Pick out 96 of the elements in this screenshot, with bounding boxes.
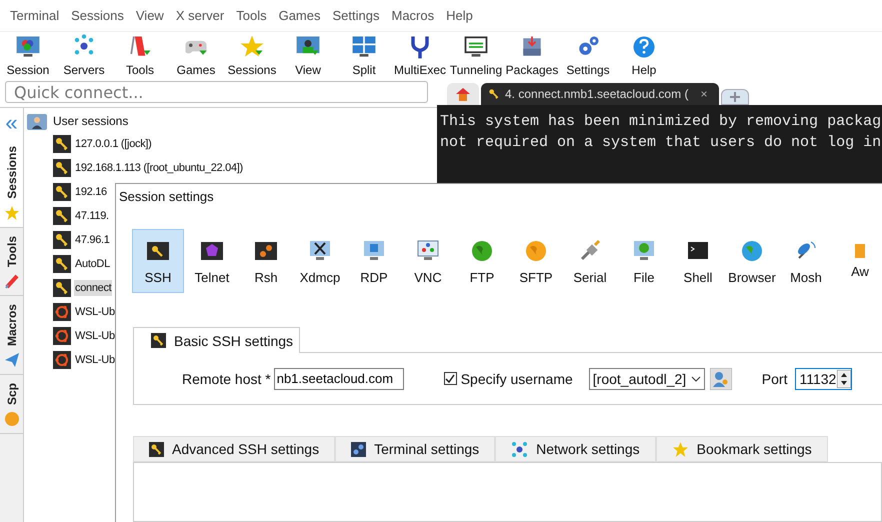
toolbar-button[interactable]: Sessions <box>224 32 280 78</box>
home-tab[interactable] <box>447 83 479 105</box>
ubuntu-icon <box>53 327 71 345</box>
key-icon <box>149 442 164 456</box>
remote-host-field[interactable]: nb1.seetacloud.com <box>274 368 404 390</box>
gears-icon <box>351 442 366 456</box>
user-folder-icon <box>27 112 47 130</box>
user-key-icon[interactable] <box>710 368 732 390</box>
ubuntu-icon <box>53 351 71 369</box>
terminal-tab[interactable]: 4. connect.nmb1.seetacloud.com ( × <box>481 83 720 105</box>
toolbar-button[interactable]: Tunneling <box>448 32 504 78</box>
session-type-button[interactable]: RDP <box>348 229 400 293</box>
pencil-icon <box>4 272 20 289</box>
star-icon <box>4 204 20 221</box>
settings-tab[interactable]: Terminal settings <box>335 436 496 462</box>
username-dropdown[interactable]: [root_autodl_2] <box>588 368 705 390</box>
toolbar-button[interactable]: Split <box>336 32 392 78</box>
dialog-title: Session settings <box>118 188 215 206</box>
star-icon <box>672 440 689 458</box>
key-icon <box>487 87 501 101</box>
tree-item[interactable]: WSL-Ub <box>74 328 116 344</box>
checkbox[interactable] <box>444 372 457 385</box>
checkbox-label[interactable]: Specify username <box>460 370 573 386</box>
session-type-button[interactable]: Xdmcp <box>294 229 346 293</box>
chevron-icon <box>690 376 701 382</box>
session-type-button[interactable]: Aw <box>834 229 882 293</box>
session-type-button[interactable]: SFTP <box>510 229 562 293</box>
home-icon <box>455 86 471 102</box>
quick-connect-field[interactable]: Quick connect... <box>5 81 428 103</box>
session-type-button[interactable]: VNC <box>402 229 454 293</box>
key-icon <box>53 231 71 249</box>
side-tab[interactable]: Sessions <box>0 138 23 228</box>
menu-item[interactable]: Terminal <box>4 8 66 23</box>
box-icon <box>855 244 865 258</box>
key-icon <box>53 255 71 273</box>
collapse-button[interactable]: « <box>0 108 23 138</box>
key-icon <box>53 207 71 225</box>
tree-item[interactable]: connect <box>74 280 112 296</box>
tree-item[interactable]: 192.168.1.113 ([root_ubuntu_22.04]) <box>74 160 244 176</box>
paper-plane-icon <box>4 352 20 368</box>
tree-item[interactable]: 47.96.1 <box>74 232 111 248</box>
settings-tab[interactable]: Basic SSH settings <box>133 327 300 353</box>
ubuntu-icon <box>53 303 71 321</box>
session-type-button[interactable]: Telnet <box>186 229 238 293</box>
menu-item[interactable]: Macros <box>385 8 440 23</box>
tree-item[interactable]: 47.119. <box>74 208 110 224</box>
terminal-line: not required on a system that users do not log in <box>440 133 879 153</box>
settings-tab[interactable]: Advanced SSH settings <box>133 436 336 462</box>
menu-item[interactable]: Sessions <box>65 8 130 23</box>
tree-item[interactable]: WSL-Ub <box>74 304 116 320</box>
tree-item[interactable]: WSL-Ub <box>74 352 116 368</box>
session-type-button[interactable]: FTP <box>456 229 508 293</box>
toolbar-button[interactable]: Help <box>616 32 672 78</box>
key-icon <box>53 135 71 153</box>
toolbar-button[interactable]: Servers <box>56 32 112 78</box>
side-tab[interactable]: Scp <box>0 374 23 434</box>
settings-tab[interactable]: Network settings <box>495 436 656 462</box>
session-type-button[interactable]: Mosh <box>780 229 832 293</box>
session-type-button[interactable]: Rsh <box>240 229 292 293</box>
session-type-button[interactable]: SSH <box>132 229 184 293</box>
key-icon <box>53 279 71 297</box>
port-spinbox[interactable]: 11132 <box>795 368 852 390</box>
session-type-button[interactable]: File <box>618 229 670 293</box>
new-tab-button[interactable] <box>721 89 750 105</box>
spin-arrows-icon <box>837 370 852 388</box>
toolbar-button[interactable]: Games <box>168 32 224 78</box>
key-icon <box>53 183 71 201</box>
session-type-button[interactable]: Shell <box>672 229 724 293</box>
menu-item[interactable]: Games <box>272 8 326 23</box>
session-type-button[interactable]: Browser <box>726 229 778 293</box>
key-icon <box>151 333 166 348</box>
menu-item[interactable]: Tools <box>230 8 273 23</box>
tree-item[interactable]: 127.0.0.1 ([jock]) <box>74 136 153 152</box>
side-tab[interactable]: Tools <box>0 228 23 296</box>
toolbar-button[interactable]: Tools <box>112 32 168 78</box>
tree-item[interactable]: User sessions <box>53 114 128 128</box>
toolbar-button[interactable]: Session <box>0 32 56 78</box>
plus-icon <box>730 92 740 102</box>
key-icon <box>53 159 71 177</box>
toolbar-button[interactable]: Settings <box>560 32 616 78</box>
field-label: Remote host * <box>182 370 271 386</box>
menu-item[interactable]: View <box>130 8 170 23</box>
side-tab[interactable]: Macros <box>0 296 23 375</box>
tree-item[interactable]: 192.16 <box>74 184 108 200</box>
toolbar-button[interactable]: MultiExec <box>392 32 448 78</box>
terminal-line: This system has been minimized by removing packag <box>440 112 879 132</box>
network-icon <box>511 440 528 458</box>
settings-tab[interactable]: Bookmark settings <box>656 436 828 462</box>
menu-item[interactable]: Help <box>440 8 479 23</box>
menu-item[interactable]: Settings <box>326 8 386 23</box>
toolbar-button[interactable]: Packages <box>504 32 560 78</box>
session-type-button[interactable]: Serial <box>564 229 616 293</box>
field-label: Port <box>762 370 788 386</box>
menu-item[interactable]: X server <box>170 8 230 23</box>
tree-item[interactable]: AutoDL <box>74 256 111 272</box>
toolbar-button[interactable]: View <box>280 32 336 78</box>
